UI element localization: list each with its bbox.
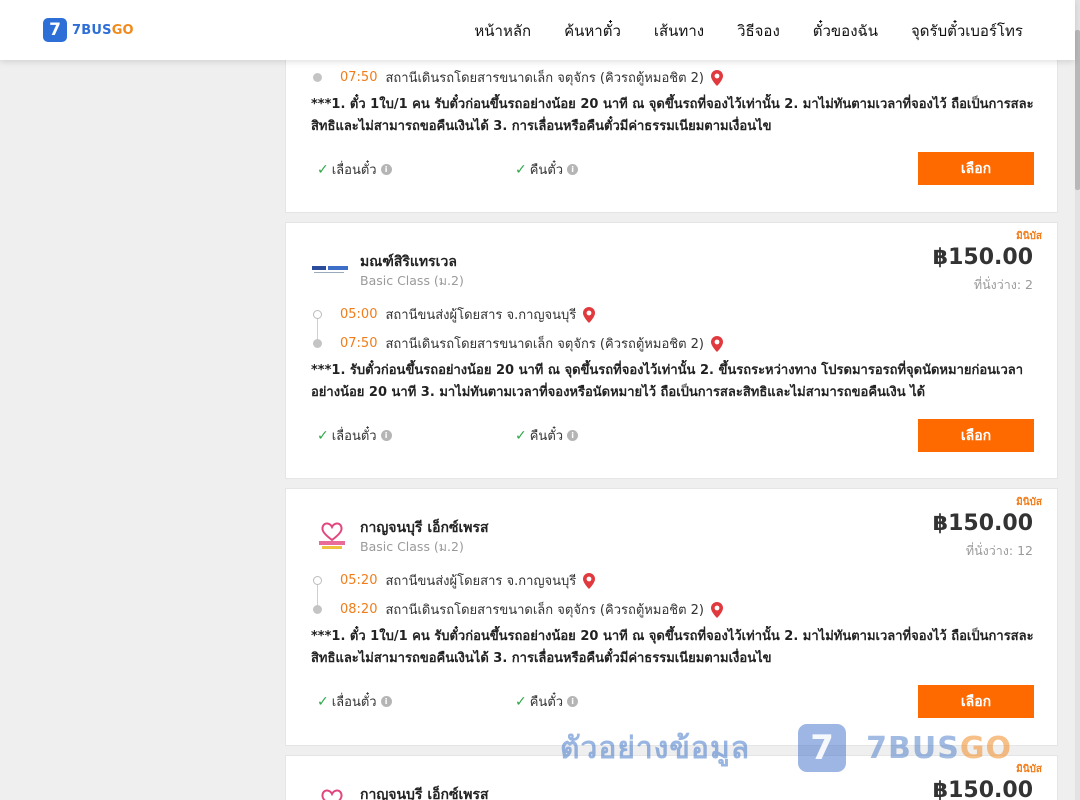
stop-time: 08:20 xyxy=(340,602,378,617)
check-icon: ✓ xyxy=(515,693,527,710)
stop-time: 07:50 xyxy=(340,70,378,85)
ticket-price: ฿150.00 xyxy=(932,778,1033,800)
trip-note: ***1. ตั๋ว 1ใบ/1 คน รับตั๋วก่อนขึ้นรถอย่… xyxy=(311,629,1034,666)
operator-logo xyxy=(312,517,352,551)
stop-name: สถานีเดินรถโดยสารขนาดเล็ก จตุจักร (คิวรถ… xyxy=(385,71,704,86)
vehicle-type-badge: มินิบัส xyxy=(1016,497,1042,508)
vehicle-type-badge: มินิบัส xyxy=(1016,231,1042,242)
trip-stop-arrival: 08:20 สถานีเดินรถโดยสารขนาดเล็ก จตุจักร … xyxy=(313,599,723,620)
stop-dot xyxy=(313,576,322,585)
seats-available: ที่นั่งว่าง: 2 xyxy=(973,277,1033,292)
trip-card: มินิบัส กาญจนบุรี เอ็กซ์เพรส Basic Class… xyxy=(285,488,1058,746)
seat-class: Basic Class (ม.2) xyxy=(360,273,464,288)
ticket-price: ฿150.00 xyxy=(932,245,1033,270)
page-scrollbar[interactable] xyxy=(1075,0,1080,800)
info-icon[interactable]: i xyxy=(567,164,579,175)
trip-stop-arrival: 07:50 สถานีเดินรถโดยสารขนาดเล็ก จตุจักร … xyxy=(313,333,723,354)
policy-refund-ticket: ✓ คืนตั๋ว i xyxy=(515,159,579,180)
check-icon: ✓ xyxy=(515,427,527,444)
policy-change-ticket: ✓ เลื่อนตั๋ว i xyxy=(317,425,392,446)
map-pin-icon[interactable] xyxy=(711,335,723,352)
site-logo[interactable]: 7 7BUSGO xyxy=(43,18,134,42)
nav-how-to-book[interactable]: วิธีจอง xyxy=(737,19,780,43)
top-header: 7 7BUSGO หน้าหลัก ค้นหาตั๋ว เส้นทาง วิธี… xyxy=(0,0,1075,60)
trip-note: ***1. ตั๋ว 1ใบ/1 คน รับตั๋วก่อนขึ้นรถอย่… xyxy=(311,97,1034,134)
stop-name: สถานีเดินรถโดยสารขนาดเล็ก จตุจักร (คิวรถ… xyxy=(385,337,704,352)
select-trip-button[interactable]: เลือก xyxy=(918,419,1034,452)
check-icon: ✓ xyxy=(317,693,329,710)
operator-name: มณฑ์สิริแทรเวล xyxy=(360,254,457,270)
nav-search-tickets[interactable]: ค้นหาตั๋ว xyxy=(564,19,621,43)
stop-name: สถานีขนส่งผู้โดยสาร จ.กาญจนบุรี xyxy=(385,574,577,589)
info-icon[interactable]: i xyxy=(380,696,392,707)
check-icon: ✓ xyxy=(317,427,329,444)
seats-available: ที่นั่งว่าง: 12 xyxy=(965,543,1033,558)
stop-time: 05:20 xyxy=(340,573,378,588)
check-icon: ✓ xyxy=(317,161,329,178)
trip-note: ***1. รับตั๋วก่อนขึ้นรถอย่างน้อย 20 นาที… xyxy=(311,363,1024,400)
select-trip-button[interactable]: เลือก xyxy=(918,152,1034,185)
operator-logo xyxy=(312,784,352,800)
stop-name: สถานีเดินรถโดยสารขนาดเล็ก จตุจักร (คิวรถ… xyxy=(385,603,704,618)
stop-time: 05:00 xyxy=(340,307,378,322)
policy-refund-ticket: ✓ คืนตั๋ว i xyxy=(515,691,579,712)
stop-name: สถานีขนส่งผู้โดยสาร จ.กาญจนบุรี xyxy=(385,308,577,323)
trip-card: มินิบัส กาญจนบุรี เอ็กซ์เพรส ฿150.00 xyxy=(285,755,1058,800)
nav-routes[interactable]: เส้นทาง xyxy=(654,19,704,43)
logo-text: 7BUSGO xyxy=(72,22,134,38)
stop-time: 07:50 xyxy=(340,336,378,351)
policy-change-ticket: ✓ เลื่อนตั๋ว i xyxy=(317,159,392,180)
stop-dot xyxy=(313,339,322,348)
policy-change-ticket: ✓ เลื่อนตั๋ว i xyxy=(317,691,392,712)
info-icon[interactable]: i xyxy=(567,430,579,441)
operator-logo xyxy=(312,251,352,285)
stop-dot xyxy=(313,605,322,614)
trip-stop-arrival: 07:50 สถานีเดินรถโดยสารขนาดเล็ก จตุจักร … xyxy=(313,67,723,88)
check-icon: ✓ xyxy=(515,161,527,178)
operator-name: กาญจนบุรี เอ็กซ์เพรส xyxy=(360,787,489,800)
nav-home[interactable]: หน้าหลัก xyxy=(474,19,531,43)
select-trip-button[interactable]: เลือก xyxy=(918,685,1034,718)
ticket-price: ฿150.00 xyxy=(932,511,1033,536)
vehicle-type-badge: มินิบัส xyxy=(1016,764,1042,775)
nav-my-tickets[interactable]: ตั๋วของฉัน xyxy=(813,19,878,43)
trip-stop-departure: 05:00 สถานีขนส่งผู้โดยสาร จ.กาญจนบุรี xyxy=(313,304,596,325)
info-icon[interactable]: i xyxy=(380,164,392,175)
map-pin-icon[interactable] xyxy=(583,306,596,323)
nav-pickup-points[interactable]: จุดรับตั๋วเบอร์โทร xyxy=(911,19,1023,43)
map-pin-icon[interactable] xyxy=(711,601,723,618)
trip-stop-departure: 05:20 สถานีขนส่งผู้โดยสาร จ.กาญจนบุรี xyxy=(313,570,596,591)
seat-class: Basic Class (ม.2) xyxy=(360,539,464,554)
map-pin-icon[interactable] xyxy=(711,69,723,86)
info-icon[interactable]: i xyxy=(380,430,392,441)
trip-card: มินิบัส มณฑ์สิริแทรเวล Basic Class (ม.2)… xyxy=(285,222,1058,479)
logo-mark: 7 xyxy=(43,18,67,42)
stop-dot xyxy=(313,310,322,319)
map-pin-icon[interactable] xyxy=(583,572,596,589)
policy-refund-ticket: ✓ คืนตั๋ว i xyxy=(515,425,579,446)
stop-dot xyxy=(313,73,322,82)
operator-name: กาญจนบุรี เอ็กซ์เพรส xyxy=(360,520,489,536)
scrollbar-thumb[interactable] xyxy=(1075,30,1080,190)
info-icon[interactable]: i xyxy=(567,696,579,707)
main-nav: หน้าหลัก ค้นหาตั๋ว เส้นทาง วิธีจอง ตั๋วข… xyxy=(474,19,1023,43)
